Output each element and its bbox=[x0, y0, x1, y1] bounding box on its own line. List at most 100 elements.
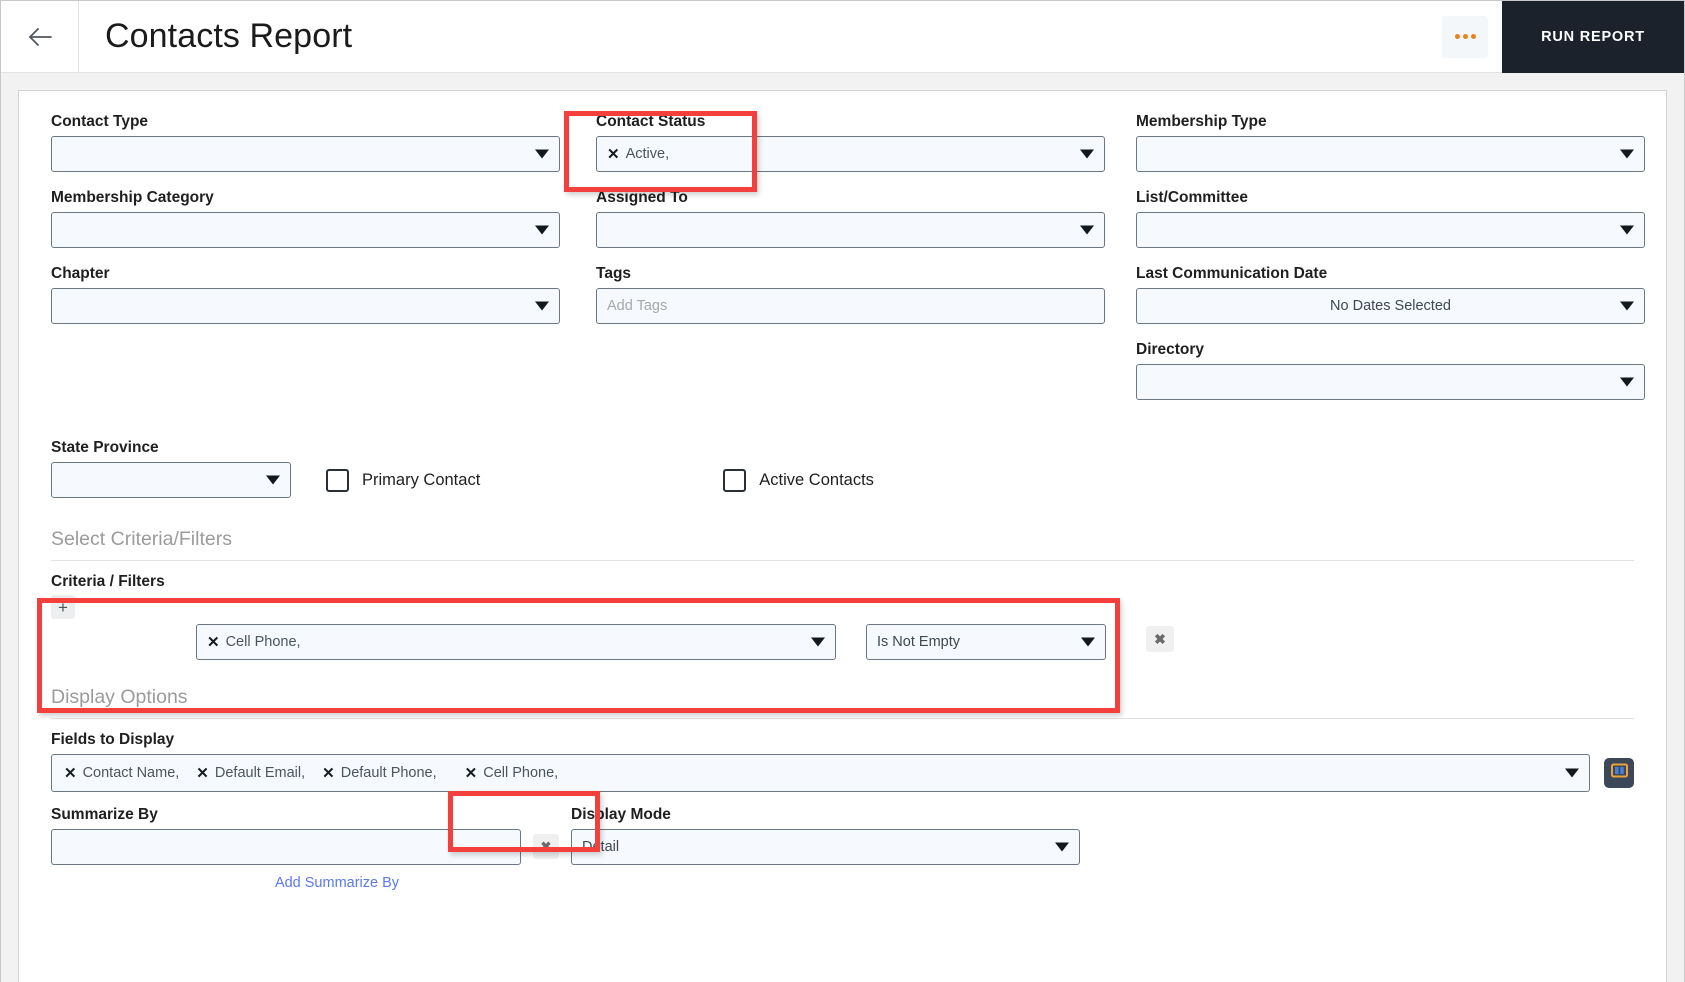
fields-to-display-row: ✕ Contact Name, ✕ Default Email, ✕ Defau… bbox=[51, 754, 1634, 792]
field-token: ✕ Default Phone, bbox=[322, 765, 437, 781]
criteria-field-token: ✕ Cell Phone, bbox=[207, 634, 301, 650]
field-chapter: Chapter bbox=[51, 265, 560, 324]
field-tags: Tags Add Tags bbox=[596, 265, 1105, 324]
criteria-operator-value: Is Not Empty bbox=[877, 634, 960, 650]
field-token-label: Cell Phone, bbox=[483, 765, 558, 781]
last-communication-date-select[interactable]: No Dates Selected bbox=[1136, 288, 1645, 324]
directory-label: Directory bbox=[1136, 341, 1645, 359]
tags-label: Tags bbox=[596, 265, 1105, 283]
field-directory: Directory bbox=[1136, 341, 1645, 400]
contact-status-label: Contact Status bbox=[596, 113, 1105, 131]
dot-icon bbox=[1455, 34, 1460, 39]
display-mode-label: Display Mode bbox=[571, 806, 1080, 824]
directory-select[interactable] bbox=[1136, 364, 1645, 400]
primary-contact-checkbox-group[interactable]: Primary Contact bbox=[326, 462, 480, 498]
field-summarize-by: Summarize By bbox=[51, 806, 521, 865]
assigned-to-select[interactable] bbox=[596, 212, 1105, 248]
list-committee-label: List/Committee bbox=[1136, 189, 1645, 207]
filters-grid: Contact Type Contact Status ✕ Active, bbox=[51, 113, 1634, 417]
delete-criteria-button[interactable]: ✖ bbox=[1146, 626, 1174, 652]
summarize-by-label: Summarize By bbox=[51, 806, 521, 824]
field-token: ✕ Contact Name, bbox=[64, 765, 179, 781]
field-state-province: State Province bbox=[51, 439, 291, 498]
chevron-down-icon bbox=[1620, 150, 1634, 159]
field-contact-type: Contact Type bbox=[51, 113, 560, 172]
report-builder-page: Contacts Report RUN REPORT Contact Type bbox=[0, 0, 1685, 982]
criteria-field-select[interactable]: ✕ Cell Phone, bbox=[196, 624, 836, 660]
summarize-by-input[interactable] bbox=[51, 829, 521, 865]
field-token: ✕ Default Email, bbox=[196, 765, 305, 781]
contact-status-select[interactable]: ✕ Active, bbox=[596, 136, 1105, 172]
last-communication-date-label: Last Communication Date bbox=[1136, 265, 1645, 283]
fields-to-display-block: Fields to Display ✕ Contact Name, ✕ Defa… bbox=[51, 731, 1634, 792]
add-criteria-button[interactable]: + bbox=[51, 595, 75, 619]
chevron-down-icon bbox=[811, 638, 825, 647]
remove-token-icon[interactable]: ✕ bbox=[322, 766, 335, 781]
run-report-button[interactable]: RUN REPORT bbox=[1502, 1, 1684, 73]
display-options-section: Display Options Fields to Display ✕ Cont… bbox=[51, 686, 1634, 891]
display-mode-select[interactable]: Detail bbox=[571, 829, 1080, 865]
active-contacts-label: Active Contacts bbox=[759, 471, 874, 490]
back-button[interactable] bbox=[1, 1, 79, 73]
membership-category-label: Membership Category bbox=[51, 189, 560, 207]
header-actions: RUN REPORT bbox=[1442, 1, 1684, 73]
report-form-card: Contact Type Contact Status ✕ Active, bbox=[18, 90, 1667, 982]
last-communication-date-value: No Dates Selected bbox=[1330, 298, 1451, 314]
membership-type-label: Membership Type bbox=[1136, 113, 1645, 131]
clear-summarize-button[interactable]: ✖ bbox=[533, 834, 559, 859]
membership-category-select[interactable] bbox=[51, 212, 560, 248]
page-title: Contacts Report bbox=[105, 17, 352, 56]
chevron-down-icon bbox=[1080, 150, 1094, 159]
page-body: Contact Type Contact Status ✕ Active, bbox=[1, 73, 1684, 982]
field-last-communication-date: Last Communication Date No Dates Selecte… bbox=[1136, 265, 1645, 324]
field-membership-type: Membership Type bbox=[1136, 113, 1645, 172]
membership-type-select[interactable] bbox=[1136, 136, 1645, 172]
contact-type-select[interactable] bbox=[51, 136, 560, 172]
dot-icon bbox=[1463, 34, 1468, 39]
chapter-label: Chapter bbox=[51, 265, 560, 283]
dot-icon bbox=[1471, 34, 1476, 39]
chapter-select[interactable] bbox=[51, 288, 560, 324]
field-contact-status: Contact Status ✕ Active, bbox=[596, 113, 1105, 172]
chevron-down-icon bbox=[1565, 769, 1579, 778]
active-contacts-checkbox[interactable] bbox=[723, 469, 746, 492]
chevron-down-icon bbox=[266, 476, 280, 485]
chevron-down-icon bbox=[1055, 843, 1069, 852]
chevron-down-icon bbox=[1081, 638, 1095, 647]
field-assigned-to: Assigned To bbox=[596, 189, 1105, 248]
chevron-down-icon bbox=[535, 150, 549, 159]
field-token-label: Contact Name, bbox=[83, 765, 180, 781]
fields-to-display-label: Fields to Display bbox=[51, 731, 1634, 749]
field-token-label: Default Email, bbox=[215, 765, 305, 781]
more-options-button[interactable] bbox=[1442, 16, 1488, 58]
contact-type-label: Contact Type bbox=[51, 113, 560, 131]
remove-token-icon[interactable]: ✕ bbox=[465, 766, 478, 781]
remove-token-icon[interactable]: ✕ bbox=[207, 635, 220, 650]
add-summarize-by-link[interactable]: Add Summarize By bbox=[51, 875, 623, 891]
remove-token-icon[interactable]: ✕ bbox=[64, 766, 77, 781]
list-committee-select[interactable] bbox=[1136, 212, 1645, 248]
criteria-row: ✕ Cell Phone, Is Not Empty bbox=[51, 624, 1634, 660]
column-layout-button[interactable] bbox=[1604, 758, 1634, 788]
active-contacts-checkbox-group[interactable]: Active Contacts bbox=[723, 462, 874, 498]
chevron-down-icon bbox=[535, 302, 549, 311]
display-mode-value: Detail bbox=[582, 839, 619, 855]
remove-token-icon[interactable]: ✕ bbox=[607, 147, 620, 162]
contact-status-value: Active, bbox=[626, 146, 670, 162]
criteria-block: Criteria / Filters + ✕ Cell Phone, bbox=[51, 561, 1634, 660]
contact-status-token: ✕ Active, bbox=[607, 146, 669, 162]
criteria-field-value: Cell Phone, bbox=[226, 634, 301, 650]
chevron-down-icon bbox=[1620, 302, 1634, 311]
field-token-label: Default Phone, bbox=[341, 765, 437, 781]
assigned-to-label: Assigned To bbox=[596, 189, 1105, 207]
tags-input-wrap[interactable]: Add Tags bbox=[596, 288, 1105, 324]
primary-contact-checkbox[interactable] bbox=[326, 469, 349, 492]
state-province-select[interactable] bbox=[51, 462, 291, 498]
criteria-filters-label: Criteria / Filters bbox=[51, 573, 1634, 591]
field-membership-category: Membership Category bbox=[51, 189, 560, 248]
fields-to-display-select[interactable]: ✕ Contact Name, ✕ Default Email, ✕ Defau… bbox=[51, 754, 1590, 792]
remove-token-icon[interactable]: ✕ bbox=[196, 766, 209, 781]
state-province-label: State Province bbox=[51, 439, 291, 457]
criteria-operator-wrap: Is Not Empty bbox=[866, 624, 1106, 660]
criteria-operator-select[interactable]: Is Not Empty bbox=[866, 624, 1106, 660]
